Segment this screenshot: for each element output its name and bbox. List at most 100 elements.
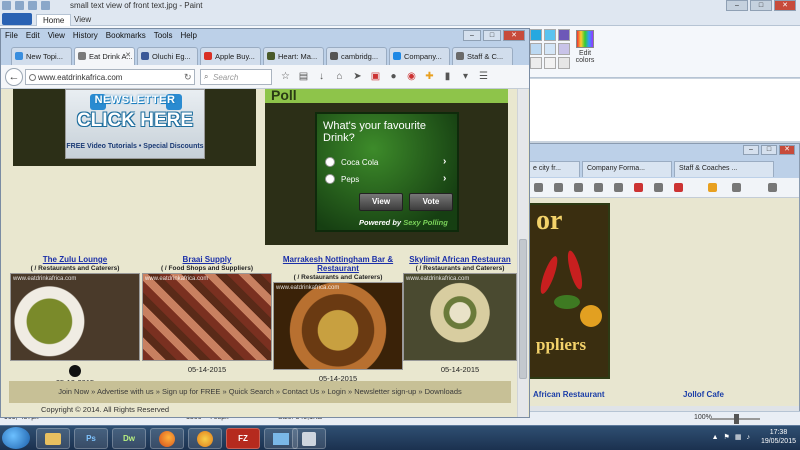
- home-icon[interactable]: ⌂: [333, 70, 346, 83]
- taskbar-firefox-icon[interactable]: [150, 428, 184, 449]
- tray-flag-icon[interactable]: ⚑: [724, 433, 730, 441]
- download-icon[interactable]: ↓: [315, 70, 328, 83]
- menu-icon[interactable]: ☰: [477, 70, 490, 83]
- pdf-icon[interactable]: [634, 183, 643, 192]
- minimize-button[interactable]: –: [726, 0, 748, 11]
- color-swatch[interactable]: [558, 43, 570, 55]
- redo-icon[interactable]: [28, 1, 37, 10]
- newsletter-banner[interactable]: NEWSLETTER CLICK HERE FREE Video Tutoria…: [65, 89, 205, 159]
- browser-tab[interactable]: Staff & C...: [452, 47, 513, 65]
- chat-icon[interactable]: ●: [387, 70, 400, 83]
- send-icon[interactable]: ➤: [351, 70, 364, 83]
- taskbar-filezilla-icon[interactable]: FZ: [226, 428, 260, 449]
- restaurant-name[interactable]: Braai Supply: [141, 255, 273, 264]
- radio-button[interactable]: [325, 174, 335, 184]
- close-button[interactable]: ✕: [779, 145, 795, 155]
- tray-up-arrow-icon[interactable]: ▲: [712, 434, 719, 441]
- color-swatch[interactable]: [558, 29, 570, 41]
- addon-icon[interactable]: [674, 183, 683, 192]
- color-swatch[interactable]: [530, 29, 542, 41]
- maximize-button[interactable]: □: [750, 0, 772, 11]
- color-swatch[interactable]: [544, 57, 556, 69]
- menu-history[interactable]: History: [73, 31, 98, 40]
- taskbar-explorer-icon[interactable]: [36, 428, 70, 449]
- search-input[interactable]: ⌕ Search: [200, 69, 272, 85]
- paint-menu-button[interactable]: [2, 13, 32, 25]
- background-browser-window[interactable]: – □ ✕ e city fr... Company Forma... Staf…: [527, 143, 800, 412]
- browser-tab[interactable]: Apple Buy...: [200, 47, 261, 65]
- browser-window[interactable]: File Edit View History Bookmarks Tools H…: [0, 28, 530, 418]
- taskbar-paint-icon[interactable]: [188, 428, 222, 449]
- browser-tab[interactable]: Company...: [389, 47, 450, 65]
- download-icon[interactable]: [574, 183, 583, 192]
- undo-icon[interactable]: [15, 1, 24, 10]
- color-palette[interactable]: [530, 29, 570, 69]
- dropdown-icon[interactable]: [41, 1, 50, 10]
- browser-tab[interactable]: Eat Drink A... ✕: [74, 47, 135, 65]
- minimize-button[interactable]: –: [463, 30, 481, 41]
- clipboard-icon[interactable]: ▤: [297, 70, 310, 83]
- addon-icon[interactable]: ◉: [405, 70, 418, 83]
- chat-icon[interactable]: [654, 183, 663, 192]
- menu-tools[interactable]: Tools: [154, 31, 173, 40]
- radio-button[interactable]: [325, 157, 335, 167]
- restaurant-photo[interactable]: www.eatdrinkafrica.com: [403, 273, 517, 361]
- send-icon[interactable]: [614, 183, 623, 192]
- menu-file[interactable]: File: [5, 31, 18, 40]
- menu-help[interactable]: Help: [180, 31, 196, 40]
- color-swatch[interactable]: [530, 43, 542, 55]
- bag-icon[interactable]: [732, 183, 741, 192]
- background-tab[interactable]: Company Forma...: [582, 161, 672, 177]
- poll-vote-button[interactable]: Vote: [409, 193, 453, 211]
- start-button[interactable]: [2, 427, 30, 449]
- browser-tab[interactable]: Oluchi Eg...: [137, 47, 198, 65]
- extension-icon[interactable]: [708, 183, 717, 192]
- menu-bookmarks[interactable]: Bookmarks: [106, 31, 146, 40]
- link-african-restaurant[interactable]: African Restaurant: [533, 390, 605, 399]
- maximize-button[interactable]: □: [761, 145, 777, 155]
- minimize-button[interactable]: –: [743, 145, 759, 155]
- edit-colors-button[interactable]: Edit colors: [570, 30, 600, 64]
- save-icon[interactable]: [2, 1, 11, 10]
- restaurant-name[interactable]: Marrakesh Nottingham Bar & Restaurant: [272, 255, 404, 273]
- taskbar-clock[interactable]: 17:38 19/05/2015: [761, 428, 796, 446]
- vertical-scrollbar[interactable]: [517, 89, 528, 417]
- paint-canvas[interactable]: [530, 79, 800, 141]
- zoom-slider[interactable]: [710, 414, 760, 424]
- color-swatch[interactable]: [530, 57, 542, 69]
- menu-view[interactable]: View: [48, 31, 65, 40]
- color-swatch[interactable]: [558, 57, 570, 69]
- background-tab[interactable]: e city fr...: [528, 161, 580, 177]
- tab-view[interactable]: View: [68, 14, 97, 25]
- powered-by-brand[interactable]: Sexy Polling: [403, 218, 448, 227]
- extension-icon[interactable]: ✚: [423, 70, 436, 83]
- restaurant-photo[interactable]: www.eatdrinkafrica.com: [10, 273, 140, 361]
- color-swatch[interactable]: [544, 29, 556, 41]
- taskbar-dreamweaver-icon[interactable]: Dw: [112, 428, 146, 449]
- restaurant-photo[interactable]: www.eatdrinkafrica.com: [142, 273, 272, 361]
- link-jollof-cafe[interactable]: Jollof Cafe: [683, 390, 724, 399]
- close-button[interactable]: ✕: [503, 30, 525, 41]
- poll-view-button[interactable]: View: [359, 193, 403, 211]
- quick-access-toolbar[interactable]: [2, 1, 50, 10]
- clipboard-icon[interactable]: [554, 183, 563, 192]
- reload-icon[interactable]: ↻: [184, 72, 192, 83]
- home-icon[interactable]: [594, 183, 603, 192]
- tab-home[interactable]: Home: [36, 14, 72, 26]
- url-bar[interactable]: www.eatdrinkafrica.com: [25, 69, 195, 85]
- back-button[interactable]: ←: [5, 68, 23, 86]
- star-icon[interactable]: [534, 183, 543, 192]
- tray-network-icon[interactable]: ▦: [735, 433, 742, 441]
- bag-icon[interactable]: ▮: [441, 70, 454, 83]
- restaurant-name[interactable]: The Zulu Lounge: [9, 255, 141, 264]
- color-swatch[interactable]: [544, 43, 556, 55]
- zoom-slider-knob[interactable]: [734, 414, 739, 424]
- restaurant-name[interactable]: Skylimit African Restauran: [401, 255, 519, 264]
- tray-volume-icon[interactable]: ♪: [746, 434, 750, 441]
- maximize-button[interactable]: □: [483, 30, 501, 41]
- footer-links[interactable]: Join Now » Advertise with us » Sign up f…: [9, 381, 511, 403]
- restaurant-photo[interactable]: www.eatdrinkafrica.com: [273, 282, 403, 370]
- taskbar-tool2-icon[interactable]: [292, 428, 326, 449]
- bookmark-star-icon[interactable]: ☆: [279, 70, 292, 83]
- scrollbar-thumb[interactable]: [519, 239, 527, 379]
